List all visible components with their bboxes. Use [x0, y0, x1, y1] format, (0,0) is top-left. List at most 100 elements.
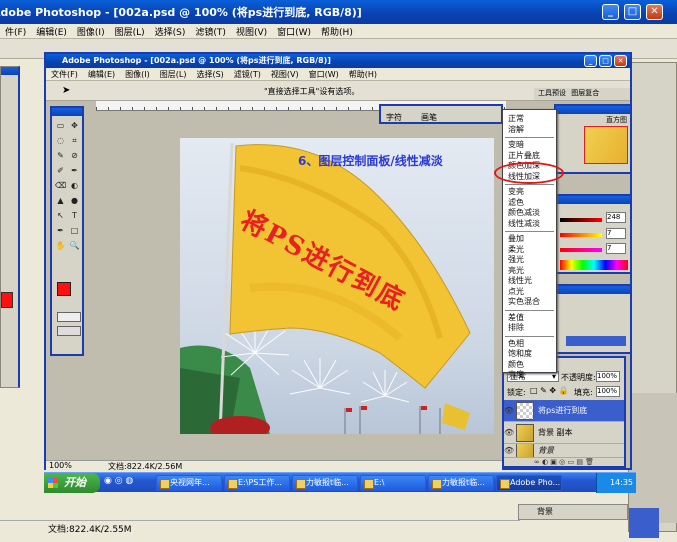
taskbar-item[interactable]: E:\PS工作... [224, 475, 290, 491]
layer-row-text[interactable]: 👁 将ps进行到底 [504, 400, 624, 422]
blend-mode-option[interactable]: 线性光 [503, 276, 556, 287]
tool-icon[interactable]: T [69, 210, 80, 221]
color-spectrum[interactable] [560, 260, 628, 270]
blend-mode-option[interactable]: 颜色 [503, 360, 556, 371]
lock-icons[interactable]: □ ✎ ✥ 🔒 [530, 386, 569, 395]
zoom-level[interactable]: 100% [49, 461, 72, 470]
blend-mode-option[interactable]: 色相 [503, 339, 556, 350]
blend-mode-option[interactable]: 柔光 [503, 245, 556, 256]
inner-menu-item[interactable]: 图像(I) [120, 69, 155, 80]
outer-menu-item[interactable]: 窗口(W) [272, 25, 316, 38]
fill-label: 填充: [574, 388, 593, 397]
blend-mode-option[interactable]: 点光 [503, 287, 556, 298]
inner-menu-item[interactable]: 编辑(E) [83, 69, 120, 80]
tool-icon[interactable]: ⌫ [55, 180, 66, 191]
maximize-button[interactable]: □ [624, 4, 641, 20]
taskbar-item[interactable]: 力敏报t临... [292, 475, 358, 491]
eye-icon[interactable]: 👁 [504, 428, 514, 437]
tab-tool-presets[interactable]: 工具预设 [538, 89, 566, 97]
tab-layer-comps[interactable]: 图层复合 [571, 89, 599, 97]
inner-maximize-button[interactable]: □ [599, 55, 612, 67]
document-canvas[interactable]: 将PS进行到底 6、图层控制面板/线性减淡 [180, 138, 494, 434]
opacity-value[interactable]: 100% [596, 371, 620, 382]
layer-row-background[interactable]: 👁 背景 [504, 444, 624, 458]
blend-mode-option[interactable]: 变暗 [503, 140, 556, 151]
blend-mode-option[interactable]: 排除 [503, 323, 556, 334]
quickmask-button[interactable] [57, 312, 81, 322]
inner-menu-item[interactable]: 图层(L) [155, 69, 192, 80]
tool-icon[interactable]: ⌗ [69, 135, 80, 146]
inner-menu-item[interactable]: 窗口(W) [304, 69, 344, 80]
blend-mode-option[interactable]: 亮度 [503, 370, 556, 381]
blend-mode-option[interactable]: 线性减淡 [503, 219, 556, 230]
tool-icon[interactable]: ◐ [69, 180, 80, 191]
tool-icon[interactable]: ↖ [55, 210, 66, 221]
tool-icon[interactable]: 🔍 [69, 240, 80, 251]
outer-menu-item[interactable]: 编辑(E) [31, 25, 72, 38]
blend-mode-option[interactable]: 实色混合 [503, 297, 556, 308]
direct-select-icon[interactable]: ➤ [62, 85, 70, 96]
eye-icon[interactable]: 👁 [504, 406, 514, 415]
screen-mode-buttons[interactable] [57, 326, 81, 336]
close-button[interactable]: ✕ [646, 4, 663, 20]
outer-menu-item[interactable]: 视图(V) [231, 25, 272, 38]
color-b-value[interactable]: 7 [606, 243, 626, 254]
inner-menu-item[interactable]: 帮助(H) [344, 69, 382, 80]
blend-mode-option[interactable]: 变亮 [503, 187, 556, 198]
layer-row-copy[interactable]: 👁 背景 副本 [504, 422, 624, 444]
tool-icon[interactable]: ✎ [55, 150, 66, 161]
tool-icon[interactable]: ● [69, 195, 80, 206]
taskbar-item[interactable]: Adobe Pho... [496, 475, 562, 491]
tool-icon[interactable]: ✒ [55, 225, 66, 236]
fill-value[interactable]: 100% [596, 386, 620, 397]
inner-menu-item[interactable]: 滤镜(T) [229, 69, 266, 80]
tool-icon[interactable]: ▭ [55, 120, 66, 131]
outer-menu-item[interactable]: 图层(L) [110, 25, 150, 38]
inner-minimize-button[interactable]: _ [584, 55, 597, 67]
outer-menu-item[interactable]: 图像(I) [72, 25, 110, 38]
tool-icon[interactable]: ✋ [55, 240, 66, 251]
inner-menu-item[interactable]: 文件(F) [46, 69, 83, 80]
taskbar-item[interactable]: 力敏报t临... [428, 475, 494, 491]
color-r-value[interactable]: 248 [606, 212, 626, 223]
tab-brushes[interactable]: 画笔 [421, 112, 437, 123]
tool-icon[interactable]: ✒ [69, 165, 80, 176]
tool-icon[interactable]: □ [69, 225, 80, 236]
tool-icon[interactable]: ✥ [69, 120, 80, 131]
blend-mode-option[interactable]: 正常 [503, 114, 556, 125]
tool-icon[interactable]: ▲ [55, 195, 66, 206]
blend-mode-option[interactable]: 差值 [503, 313, 556, 324]
clock: 14:35 [609, 478, 633, 487]
outer-menu-item[interactable]: 选择(S) [150, 25, 191, 38]
history-selected-row[interactable] [566, 336, 626, 346]
inner-close-button[interactable]: ✕ [614, 55, 627, 67]
blend-mode-option[interactable]: 叠加 [503, 234, 556, 245]
taskbar-item[interactable]: E:\ [360, 475, 426, 491]
tool-icon[interactable]: ◌ [55, 135, 66, 146]
tool-icon[interactable]: ⊘ [69, 150, 80, 161]
blend-mode-option[interactable]: 溶解 [503, 125, 556, 136]
blend-mode-option[interactable]: 正片叠底 [503, 151, 556, 162]
inner-menu-item[interactable]: 视图(V) [266, 69, 304, 80]
blend-mode-option[interactable]: 颜色减淡 [503, 208, 556, 219]
start-button[interactable]: 开始 [44, 473, 100, 493]
layers-footer-buttons[interactable]: ∞ ◐ ▣ ◎ ▭ ▤ 🗑 [504, 458, 624, 466]
tool-icon[interactable]: ✐ [55, 165, 66, 176]
blend-mode-option[interactable]: 亮光 [503, 266, 556, 277]
tab-histogram[interactable]: 直方图 [606, 115, 627, 125]
taskbar-item[interactable]: 央视网年... [156, 475, 222, 491]
blend-mode-option[interactable]: 强光 [503, 255, 556, 266]
outer-foreground-swatch[interactable] [1, 292, 13, 308]
blend-mode-option[interactable]: 饱和度 [503, 349, 556, 360]
minimize-button[interactable]: _ [602, 4, 619, 20]
tab-character[interactable]: 字符 [386, 112, 402, 123]
outer-menu-item[interactable]: 滤镜(T) [190, 25, 231, 38]
quicklaunch-icons[interactable]: ◉ ◎ ◍ [104, 476, 133, 486]
inner-menu-item[interactable]: 选择(S) [191, 69, 228, 80]
blend-mode-option[interactable]: 滤色 [503, 198, 556, 209]
foreground-color-swatch[interactable] [57, 282, 71, 296]
outer-menu-item[interactable]: 帮助(H) [316, 25, 358, 38]
outer-menu-item[interactable]: 件(F) [0, 25, 31, 38]
color-g-value[interactable]: 7 [606, 228, 626, 239]
eye-icon[interactable]: 👁 [504, 446, 514, 455]
